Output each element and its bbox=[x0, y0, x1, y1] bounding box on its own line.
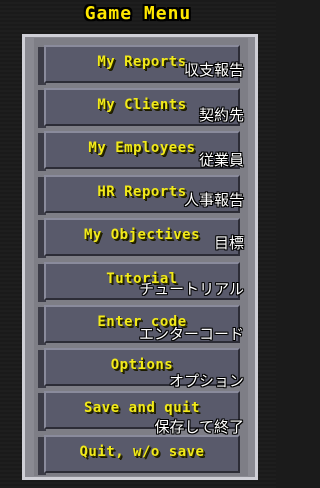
my-employees-label: My Employees bbox=[88, 140, 196, 156]
my-clients-label: My Clients bbox=[97, 97, 187, 113]
my-reports-label: My Reports bbox=[97, 54, 187, 70]
tutorial-label: Tutorial bbox=[106, 271, 178, 287]
my-objectives-label: My Objectives bbox=[83, 227, 201, 243]
enter-code-label: Enter code bbox=[97, 314, 187, 330]
quit-without-save-button[interactable]: Quit, w/o save bbox=[44, 435, 240, 473]
my-reports-button[interactable]: My Reports bbox=[44, 45, 240, 83]
options-label: Options bbox=[110, 357, 174, 373]
hr-reports-label: HR Reports bbox=[97, 184, 187, 200]
options-button[interactable]: Options bbox=[44, 348, 240, 386]
my-employees-button[interactable]: My Employees bbox=[44, 131, 240, 169]
tutorial-button[interactable]: Tutorial bbox=[44, 262, 240, 300]
hr-reports-button[interactable]: HR Reports bbox=[44, 175, 240, 213]
menu-list: My Reports 収支報告 My Clients 契約先 My Employ… bbox=[0, 0, 276, 488]
save-and-quit-button[interactable]: Save and quit bbox=[44, 391, 240, 429]
save-and-quit-label: Save and quit bbox=[83, 400, 201, 416]
my-objectives-button[interactable]: My Objectives bbox=[44, 218, 240, 256]
enter-code-button[interactable]: Enter code bbox=[44, 305, 240, 343]
quit-without-save-label: Quit, w/o save bbox=[79, 444, 205, 460]
my-clients-button[interactable]: My Clients bbox=[44, 88, 240, 126]
